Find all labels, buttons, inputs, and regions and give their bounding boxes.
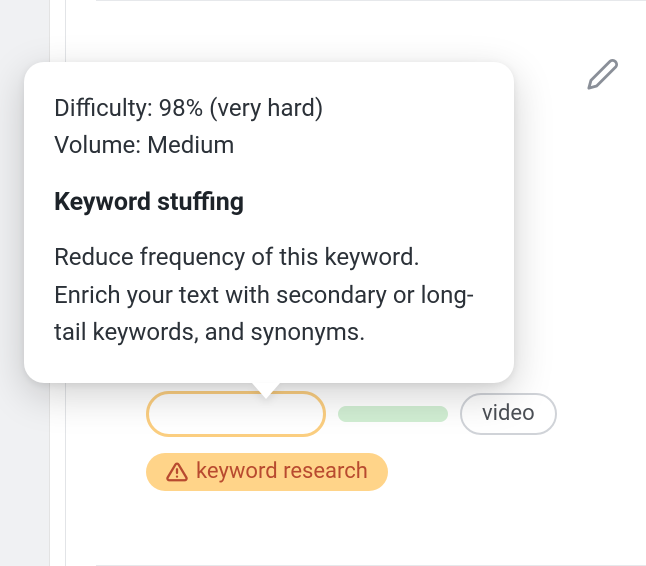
tag-label: video	[482, 403, 535, 425]
tooltip-meta: Difficulty: 98% (very hard) Volume: Medi…	[54, 90, 484, 164]
tooltip-description: Reduce frequency of this keyword. Enrich…	[54, 239, 484, 351]
tags-row-1: video	[146, 391, 557, 437]
volume-line: Volume: Medium	[54, 127, 484, 164]
tag-green-hidden[interactable]	[338, 406, 448, 422]
keyword-tooltip: Difficulty: 98% (very hard) Volume: Medi…	[24, 62, 514, 383]
difficulty-line: Difficulty: 98% (very hard)	[54, 90, 484, 127]
tags-row-2: keyword research	[146, 453, 388, 491]
tag-video[interactable]: video	[460, 393, 557, 435]
tag-label: keyword research	[196, 461, 368, 483]
edit-icon[interactable]	[586, 57, 620, 91]
tag-placeholder	[146, 391, 326, 437]
tooltip-heading: Keyword stuffing	[54, 188, 484, 217]
tag-keyword-research[interactable]: keyword research	[146, 453, 388, 491]
warning-icon	[166, 461, 188, 483]
